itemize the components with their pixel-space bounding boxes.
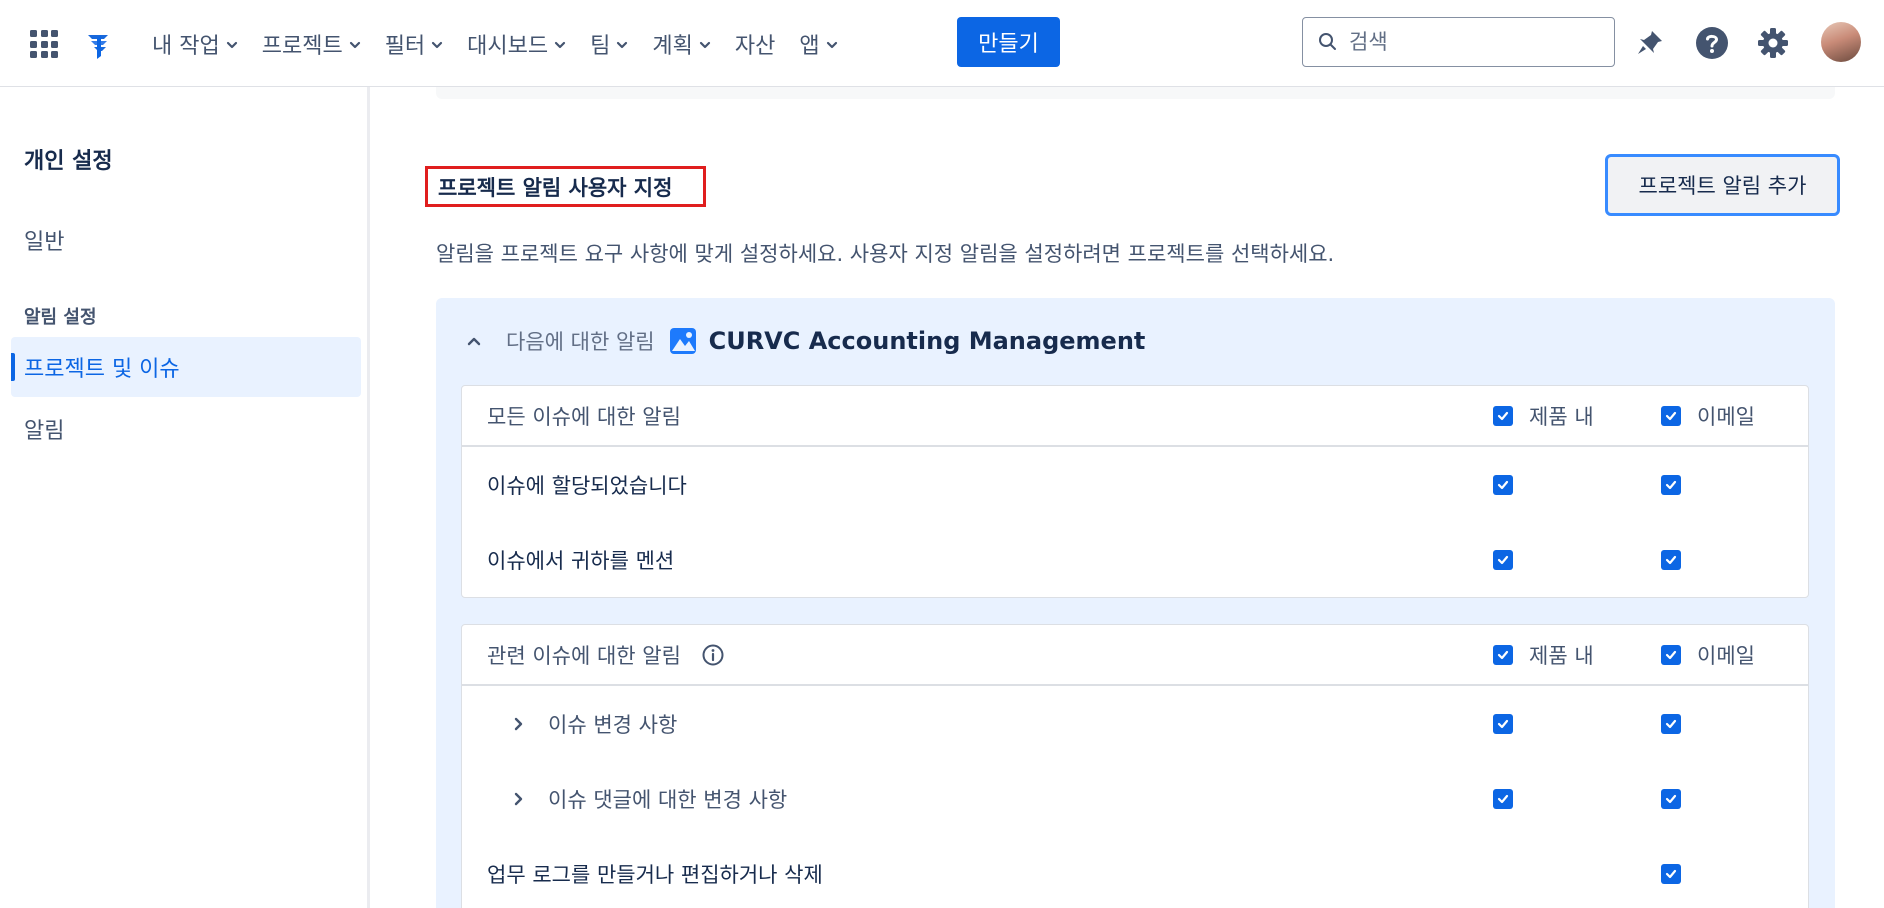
row-label: 업무 로그를 만들거나 편집하거나 삭제 [487,862,823,887]
row-label: 이슈에서 귀하를 멘션 [487,548,675,573]
chevron-down-icon [617,41,628,48]
help-icon [1696,27,1728,59]
group-title: 관련 이슈에 대한 알림 [487,643,681,668]
email-label: 이메일 [1697,404,1755,429]
nav-menu: 내 작업 프로젝트 필터 대시보드 팀 계획 자산 앱 [140,0,850,87]
check-icon [1665,555,1677,564]
check-icon [1665,719,1677,728]
in-product-checkbox[interactable] [1493,549,1513,570]
check-icon [1497,719,1509,728]
chevron-down-icon [826,41,837,48]
notification-row-expandable[interactable]: 이슈 댓글에 대한 변경 사항 [462,761,1808,836]
in-product-checkbox[interactable] [1493,644,1513,665]
notification-group-all-issues: 모든 이슈에 대한 알림 제품 내 이메일 이슈에 할당되었습니다 이슈에서 귀… [461,385,1809,598]
chevron-down-icon [555,41,566,48]
previous-section-bottom [436,87,1835,99]
help-button[interactable] [1693,24,1731,62]
in-product-checkbox[interactable] [1493,713,1513,734]
group-header: 모든 이슈에 대한 알림 제품 내 이메일 [462,386,1808,447]
chevron-down-icon [349,41,360,48]
project-for-label: 다음에 대한 알림 [506,330,655,354]
sidebar-item-projects-issues[interactable]: 프로젝트 및 이슈 [11,337,361,397]
add-project-notification-button[interactable]: 프로젝트 알림 추가 [1605,154,1840,216]
nav-item-projects[interactable]: 프로젝트 [250,23,373,65]
notification-row: 업무 로그를 만들거나 편집하거나 삭제 [462,836,1808,908]
check-icon [1497,794,1509,803]
nav-item-dashboards[interactable]: 대시보드 [455,23,578,65]
settings-button[interactable] [1754,24,1792,62]
project-name: CURVC Accounting Management [708,327,1146,355]
notifications-icon [1638,31,1662,54]
notifications-button[interactable] [1631,24,1669,62]
search-field[interactable] [1302,17,1615,67]
in-product-checkbox[interactable] [1493,474,1513,495]
email-checkbox[interactable] [1661,863,1681,884]
sidebar-title: 개인 설정 [24,149,113,174]
check-icon [1497,650,1509,659]
notification-row-expandable[interactable]: 이슈 변경 사항 [462,686,1808,761]
check-icon [1665,411,1677,420]
settings-sidebar: 개인 설정 일반 알림 설정 프로젝트 및 이슈 알림 [0,87,370,908]
row-label-wrap: 이슈 댓글에 대한 변경 사항 [510,784,787,814]
email-checkbox[interactable] [1661,405,1681,426]
notification-row: 이슈에 할당되었습니다 [462,447,1808,522]
chevron-down-icon [432,41,443,48]
sidebar-item-notifications[interactable]: 알림 [11,399,361,459]
check-icon [1665,869,1677,878]
chevron-down-icon [226,41,237,48]
top-navigation: 내 작업 프로젝트 필터 대시보드 팀 계획 자산 앱 만들기 [0,0,1884,87]
chevron-down-icon [699,41,710,48]
create-button[interactable]: 만들기 [957,17,1060,67]
project-header: 다음에 대한 알림 CURVC Accounting Management [464,324,1145,358]
in-product-label: 제품 내 [1529,404,1594,429]
nav-item-plans[interactable]: 계획 [640,23,722,65]
notification-row: 이슈에서 귀하를 멘션 [462,522,1808,597]
sidebar-section-notifications: 알림 설정 [24,307,97,328]
project-avatar-icon [669,328,696,354]
check-icon [1497,411,1509,420]
email-checkbox[interactable] [1661,713,1681,734]
check-icon [1497,555,1509,564]
search-input[interactable] [1349,30,1589,54]
in-product-label: 제품 내 [1529,643,1594,668]
group-title-wrap: 관련 이슈에 대한 알림 [487,640,725,670]
nav-item-assets[interactable]: 자산 [723,23,787,65]
email-checkbox[interactable] [1661,788,1681,809]
user-avatar[interactable] [1821,22,1861,62]
search-icon [1319,33,1336,50]
section-title: 프로젝트 알림 사용자 지정 [425,166,706,207]
jira-logo-icon[interactable] [80,26,116,62]
chevron-right-icon[interactable] [510,716,526,732]
in-product-checkbox[interactable] [1493,788,1513,809]
row-label: 이슈 댓글에 대한 변경 사항 [548,787,788,812]
nav-item-filters[interactable]: 필터 [373,23,455,65]
group-header: 관련 이슈에 대한 알림 제품 내 이메일 [462,625,1808,686]
sidebar-item-general[interactable]: 일반 [11,210,361,270]
info-icon[interactable] [701,643,725,667]
check-icon [1665,794,1677,803]
chevron-right-icon[interactable] [510,791,526,807]
email-checkbox[interactable] [1661,644,1681,665]
nav-item-apps[interactable]: 앱 [787,23,849,65]
row-label: 이슈 변경 사항 [548,712,678,737]
check-icon [1497,480,1509,489]
email-checkbox[interactable] [1661,474,1681,495]
project-notification-panel: 다음에 대한 알림 CURVC Accounting Management 모든… [436,298,1835,908]
row-label: 이슈에 할당되었습니다 [487,473,687,498]
group-title: 모든 이슈에 대한 알림 [487,404,681,429]
nav-item-my-work[interactable]: 내 작업 [140,23,250,65]
check-icon [1665,650,1677,659]
email-label: 이메일 [1697,643,1755,668]
nav-item-teams[interactable]: 팀 [578,23,640,65]
check-icon [1665,480,1677,489]
in-product-checkbox[interactable] [1493,405,1513,426]
apps-grid-icon[interactable] [30,30,58,58]
notification-group-related-issues: 관련 이슈에 대한 알림 제품 내 이메일 이슈 변경 사항 이슈 댓글에 대한… [461,624,1809,908]
row-label-wrap: 이슈 변경 사항 [510,709,677,739]
settings-icon [1758,28,1788,58]
email-checkbox[interactable] [1661,549,1681,570]
section-description: 알림을 프로젝트 요구 사항에 맞게 설정하세요. 사용자 지정 알림을 설정하… [436,242,1335,266]
chevron-up-icon[interactable] [464,331,484,351]
